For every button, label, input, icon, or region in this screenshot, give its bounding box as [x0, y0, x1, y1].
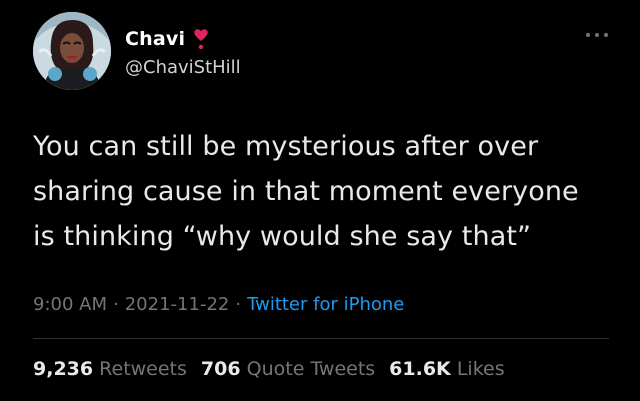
retweets-label: Retweets [99, 358, 187, 380]
more-dot [586, 33, 590, 37]
tweet-stats: 9,236 Retweets 706 Quote Tweets 61.6K Like… [33, 358, 505, 380]
divider [33, 338, 609, 339]
retweets-stat[interactable]: 9,236 Retweets [33, 358, 187, 380]
tweet-date[interactable]: 2021-11-22 [125, 294, 230, 315]
avatar-image [33, 12, 111, 90]
more-dot [595, 33, 599, 37]
tweet-card: Chavi @ChaviStHill You can still be myst… [0, 0, 640, 401]
likes-label: Likes [456, 358, 505, 380]
more-dot [604, 33, 608, 37]
tweet-text: You can still be mysterious after over s… [33, 124, 623, 259]
quote-tweets-label: Quote Tweets [246, 358, 376, 380]
retweets-count: 9,236 [33, 358, 94, 380]
tweet-source-link[interactable]: Twitter for iPhone [247, 294, 404, 315]
tweet-time[interactable]: 9:00 AM [33, 294, 107, 315]
more-options-icon[interactable] [586, 30, 608, 40]
quote-tweets-stat[interactable]: 706 Quote Tweets [201, 358, 375, 380]
author-display-name[interactable]: Chavi [125, 28, 185, 50]
quote-tweets-count: 706 [200, 358, 241, 380]
meta-separator: · [235, 294, 242, 315]
avatar[interactable] [33, 12, 111, 90]
tweet-metadata: 9:00 AM · 2021-11-22 · Twitter for iPhone [33, 294, 404, 315]
author-name-row[interactable]: Chavi [125, 27, 209, 51]
tweet-text-line: sharing cause in that moment everyone [33, 176, 579, 207]
tweet-text-line: is thinking “why would she say that” [33, 221, 532, 252]
likes-count: 61.6K [389, 358, 451, 380]
author-handle[interactable]: @ChaviStHill [125, 57, 241, 78]
meta-separator: · [113, 294, 119, 315]
tweet-text-line: You can still be mysterious after over [33, 131, 539, 162]
heart-exclamation-icon [194, 29, 208, 50]
likes-stat[interactable]: 61.6K Likes [389, 358, 504, 380]
